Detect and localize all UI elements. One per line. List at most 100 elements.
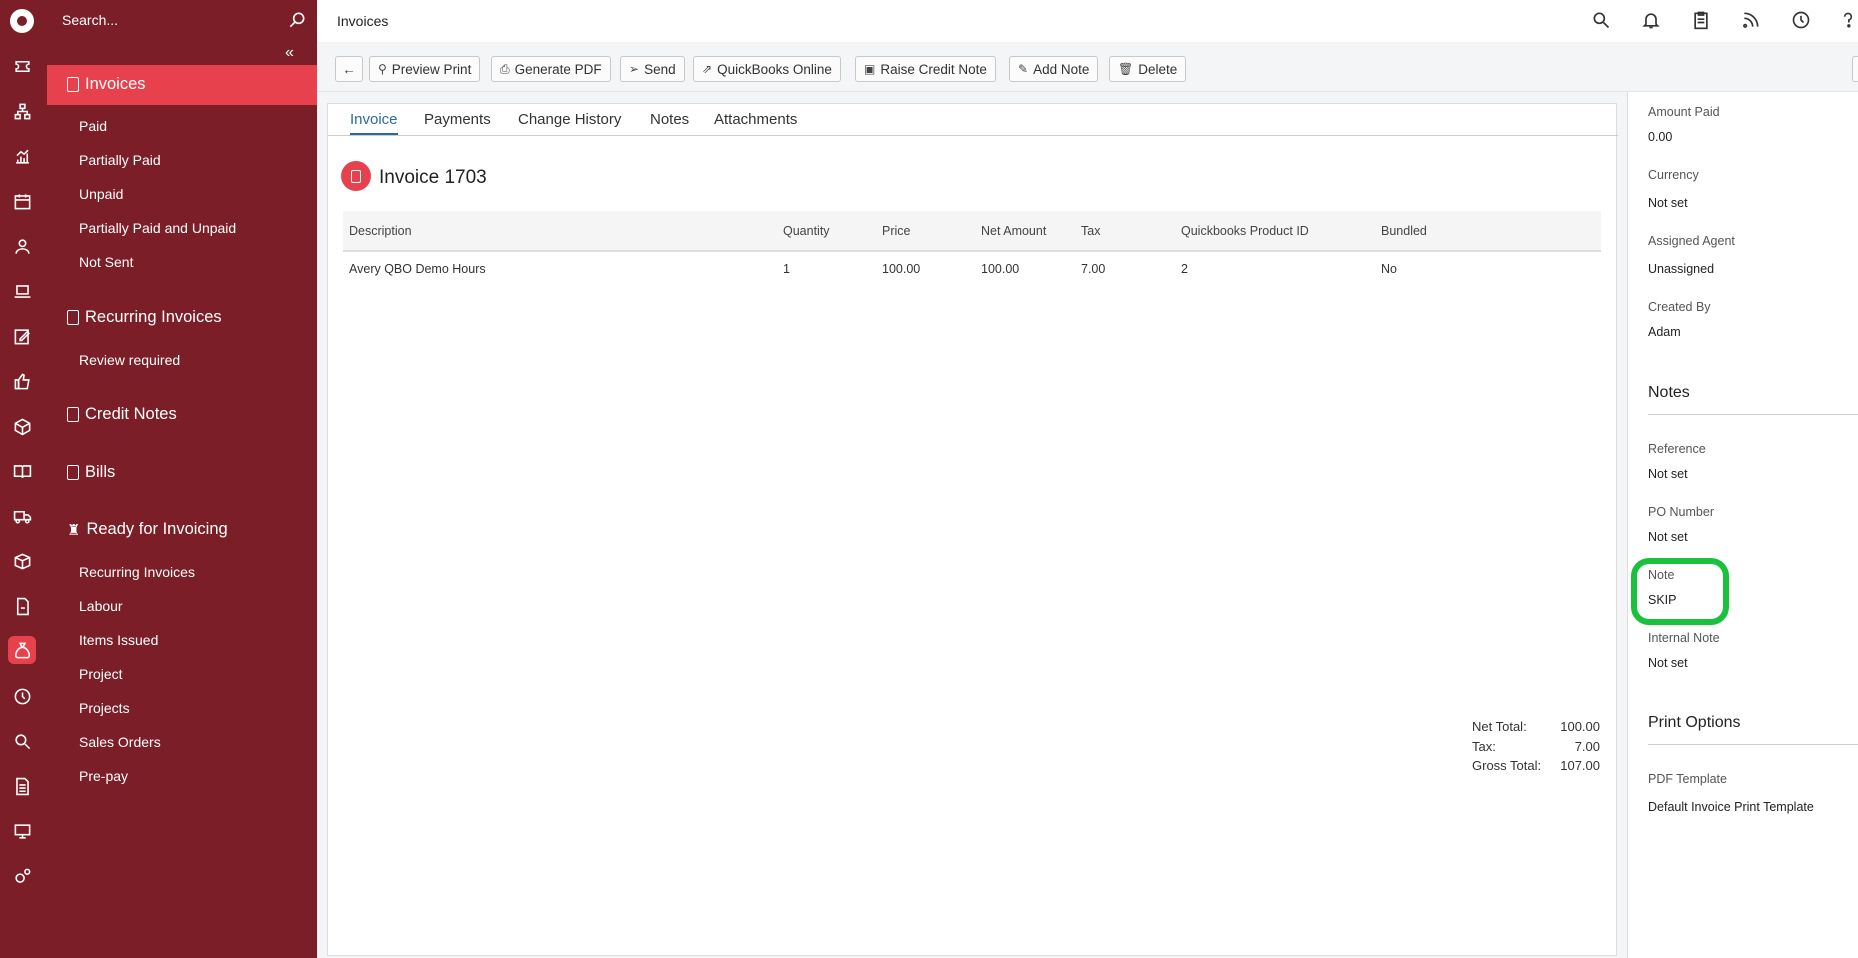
printer-icon: ⎙ <box>500 61 510 76</box>
external-link-icon: ⇗ <box>702 62 713 76</box>
laptop-icon[interactable] <box>10 279 34 303</box>
reference-value[interactable]: Not set <box>1648 467 1688 481</box>
search-icon[interactable] <box>10 729 34 753</box>
column-header-net-amount[interactable]: Net Amount <box>975 211 1075 252</box>
sidebar-head-ready-for-invoicing[interactable]: ♜ Ready for Invoicing <box>67 520 228 539</box>
sidebar-head-bills[interactable]: Bills <box>67 463 115 482</box>
created-by-value: Adam <box>1648 325 1681 339</box>
sidebar-item-labour[interactable]: Labour <box>79 598 123 614</box>
quickbooks-online-button[interactable]: ⇗ QuickBooks Online <box>693 56 841 82</box>
search-icon[interactable] <box>1591 10 1611 30</box>
sitemap-icon[interactable] <box>10 99 34 123</box>
sidebar-item-partially-paid[interactable]: Partially Paid <box>79 152 161 168</box>
cell-description: Avery QBO Demo Hours <box>349 261 486 276</box>
logo-icon[interactable] <box>10 9 34 33</box>
po-number-label: PO Number <box>1648 505 1714 519</box>
tab-attachments[interactable]: Attachments <box>714 111 797 128</box>
send-button[interactable]: ➢ Send <box>620 56 685 82</box>
invoice-icon[interactable] <box>10 594 34 618</box>
column-header-tax[interactable]: Tax <box>1075 211 1175 252</box>
currency-value[interactable]: Not set <box>1648 196 1688 210</box>
search-icon: ⚲ <box>378 62 387 76</box>
sidebar-item-review-required[interactable]: Review required <box>79 352 180 368</box>
chart-icon[interactable] <box>10 144 34 168</box>
search-icon[interactable] <box>287 10 307 30</box>
invoice-icon <box>67 77 79 92</box>
internal-note-label: Internal Note <box>1648 631 1720 645</box>
calendar-icon[interactable] <box>10 189 34 213</box>
help-icon[interactable] <box>1838 10 1858 30</box>
cell-price: 100.00 <box>882 261 921 276</box>
table-header-row: Description Quantity Price Net Amount Ta… <box>343 211 1601 252</box>
invoice-icon <box>341 161 371 191</box>
book-icon[interactable] <box>10 459 34 483</box>
sidebar-item-not-sent[interactable]: Not Sent <box>79 254 133 270</box>
boxes-icon[interactable] <box>10 414 34 438</box>
sidebar-item-items-issued[interactable]: Items Issued <box>79 632 158 648</box>
ticket-icon[interactable] <box>10 54 34 78</box>
sidebar-item-partially-paid-and-unpaid[interactable]: Partially Paid and Unpaid <box>79 220 236 236</box>
sidebar-item-unpaid[interactable]: Unpaid <box>79 186 123 202</box>
sidebar-item-projects[interactable]: Projects <box>79 700 130 716</box>
user-icon[interactable] <box>10 234 34 258</box>
tab-notes[interactable]: Notes <box>650 111 689 128</box>
column-header-bundled[interactable]: Bundled <box>1375 211 1471 252</box>
divider <box>1648 414 1858 415</box>
column-header-price[interactable]: Price <box>876 211 975 252</box>
gears-icon[interactable] <box>10 864 34 888</box>
column-header-actions <box>1471 211 1601 252</box>
tab-payments[interactable]: Payments <box>424 111 491 128</box>
back-button[interactable]: ← <box>335 56 363 82</box>
package-icon[interactable] <box>10 549 34 573</box>
assigned-agent-value[interactable]: Unassigned <box>1648 262 1714 276</box>
money-icon: ▣ <box>864 62 876 76</box>
tab-change-history[interactable]: Change History <box>518 111 621 128</box>
money-bag-icon[interactable] <box>8 636 36 664</box>
cell-actions <box>1471 251 1601 285</box>
tab-invoice[interactable]: Invoice <box>350 111 398 135</box>
sidebar-head-credit-notes[interactable]: Credit Notes <box>67 405 177 424</box>
raise-credit-note-button[interactable]: ▣ Raise Credit Note <box>855 56 996 82</box>
bell-icon[interactable] <box>1641 10 1661 30</box>
assigned-agent-label: Assigned Agent <box>1648 234 1735 248</box>
divider <box>1648 744 1858 745</box>
sidebar-item-sales-orders[interactable]: Sales Orders <box>79 734 161 750</box>
sidebar-item-pre-pay[interactable]: Pre-pay <box>79 768 128 784</box>
sidebar-nav: « Invoices Paid Partially Paid Unpaid Pa… <box>47 0 317 958</box>
truck-icon[interactable] <box>10 504 34 528</box>
recurring-invoice-icon <box>67 310 79 325</box>
clock-icon[interactable] <box>1791 10 1811 30</box>
page-title: Invoices <box>337 13 389 29</box>
cell-quickbooks-product-id: 2 <box>1181 261 1188 276</box>
icon-rail <box>0 0 47 958</box>
pdf-template-value[interactable]: Default Invoice Print Template <box>1648 800 1814 814</box>
thumbs-up-icon[interactable] <box>10 369 34 393</box>
amount-paid-label: Amount Paid <box>1648 105 1720 119</box>
delete-button[interactable]: 🗑 Delete <box>1109 56 1187 82</box>
document-icon[interactable] <box>10 774 34 798</box>
preview-print-button[interactable]: ⚲ Preview Print <box>369 56 481 82</box>
monitor-icon[interactable] <box>10 819 34 843</box>
internal-note-value[interactable]: Not set <box>1648 656 1688 670</box>
tab-bar: Invoice Payments Change History Notes At… <box>328 104 1618 136</box>
table-row[interactable]: Avery QBO Demo Hours 1 100.00 100.00 7.0… <box>343 251 1601 285</box>
edit-icon[interactable] <box>10 324 34 348</box>
pdf-template-label: PDF Template <box>1648 772 1727 786</box>
rss-icon[interactable] <box>1741 10 1761 30</box>
sidebar-item-recurring-invoices[interactable]: Recurring Invoices <box>79 564 195 580</box>
clock-icon[interactable] <box>10 684 34 708</box>
search-input[interactable] <box>62 10 282 30</box>
sidebar-head-invoices[interactable]: Invoices <box>67 75 146 94</box>
sidebar-head-recurring-invoices[interactable]: Recurring Invoices <box>67 308 222 327</box>
add-note-button[interactable]: ✎ Add Note <box>1009 56 1099 82</box>
toolbar-overflow-button[interactable] <box>1852 56 1858 82</box>
column-header-quickbooks-product-id[interactable]: Quickbooks Product ID <box>1175 211 1375 252</box>
column-header-description[interactable]: Description <box>343 211 777 252</box>
column-header-quantity[interactable]: Quantity <box>777 211 876 252</box>
generate-pdf-button[interactable]: ⎙ Generate PDF <box>491 56 611 82</box>
sidebar-item-project[interactable]: Project <box>79 666 123 682</box>
clipboard-icon[interactable] <box>1691 10 1711 30</box>
collapse-sidebar-icon[interactable]: « <box>285 45 303 61</box>
sidebar-item-paid[interactable]: Paid <box>79 118 107 134</box>
po-number-value[interactable]: Not set <box>1648 530 1688 544</box>
